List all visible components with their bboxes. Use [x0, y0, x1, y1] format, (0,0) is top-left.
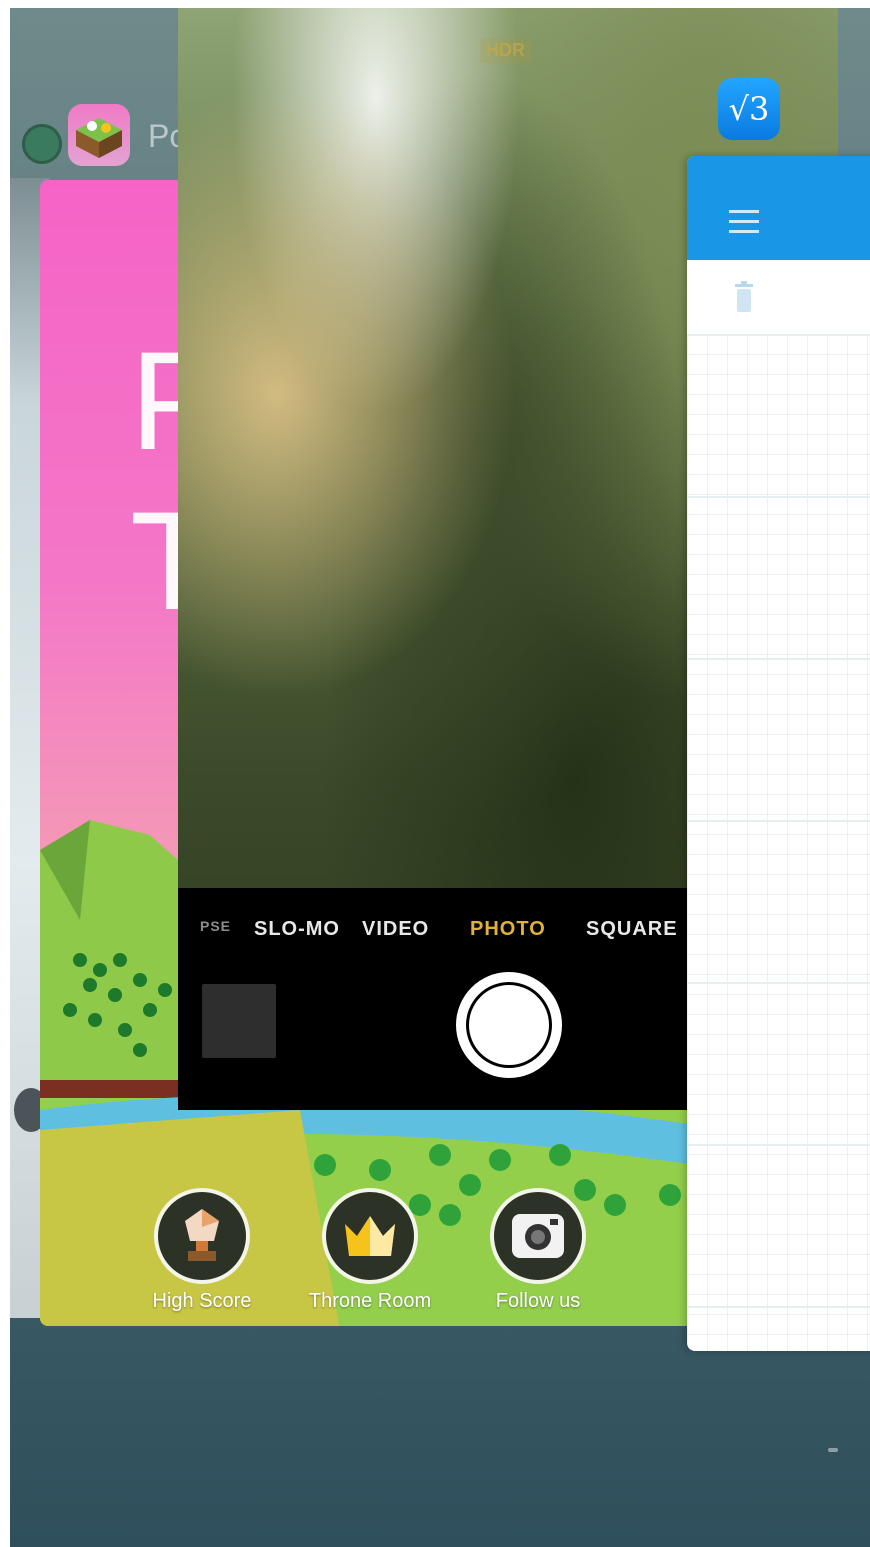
- mode-pano[interactable]: PSE: [200, 918, 231, 934]
- mode-video[interactable]: VIDEO: [362, 918, 429, 941]
- mode-photo[interactable]: PHOTO: [470, 918, 546, 941]
- shutter-button[interactable]: [456, 972, 562, 1078]
- high-score-label: High Score: [152, 1290, 252, 1312]
- row-divider: [687, 334, 870, 336]
- shutter-ring: [466, 982, 552, 1068]
- throne-room-button[interactable]: Throne Room: [309, 1188, 431, 1313]
- follow-us-button[interactable]: Follow us: [488, 1188, 588, 1313]
- row-divider: [687, 820, 870, 822]
- throne-room-label: Throne Room: [308, 1290, 432, 1312]
- worksheet-grid: [687, 334, 870, 1351]
- row-divider: [687, 1144, 870, 1146]
- row-divider: [687, 982, 870, 984]
- row-divider: [687, 496, 870, 498]
- high-score-button[interactable]: High Score: [152, 1188, 252, 1313]
- game-app-icon[interactable]: [68, 104, 130, 166]
- background-app-icon: [22, 124, 62, 164]
- page-indicator: [828, 1448, 838, 1452]
- last-photo-thumbnail[interactable]: [202, 984, 276, 1058]
- app-switcher: P T High Score Throne Room Follow us Po …: [10, 8, 870, 1547]
- follow-us-label: Follow us: [495, 1290, 581, 1312]
- hdr-toggle[interactable]: HDR: [480, 38, 531, 63]
- trophy-icon: [154, 1188, 250, 1284]
- instagram-icon: [490, 1188, 586, 1284]
- mode-slo-mo[interactable]: SLO-MO: [254, 918, 340, 941]
- crown-icon: [322, 1188, 418, 1284]
- calculator-app-icon[interactable]: √3: [718, 78, 780, 140]
- row-divider: [687, 1306, 870, 1308]
- menu-icon[interactable]: [729, 210, 759, 240]
- row-divider: [687, 658, 870, 660]
- mode-square[interactable]: SQUARE: [586, 918, 678, 941]
- calculator-app-card[interactable]: [687, 156, 870, 1351]
- app-header: [687, 156, 870, 260]
- trash-icon[interactable]: [733, 280, 755, 314]
- calculator-icon-text: √3: [728, 90, 770, 128]
